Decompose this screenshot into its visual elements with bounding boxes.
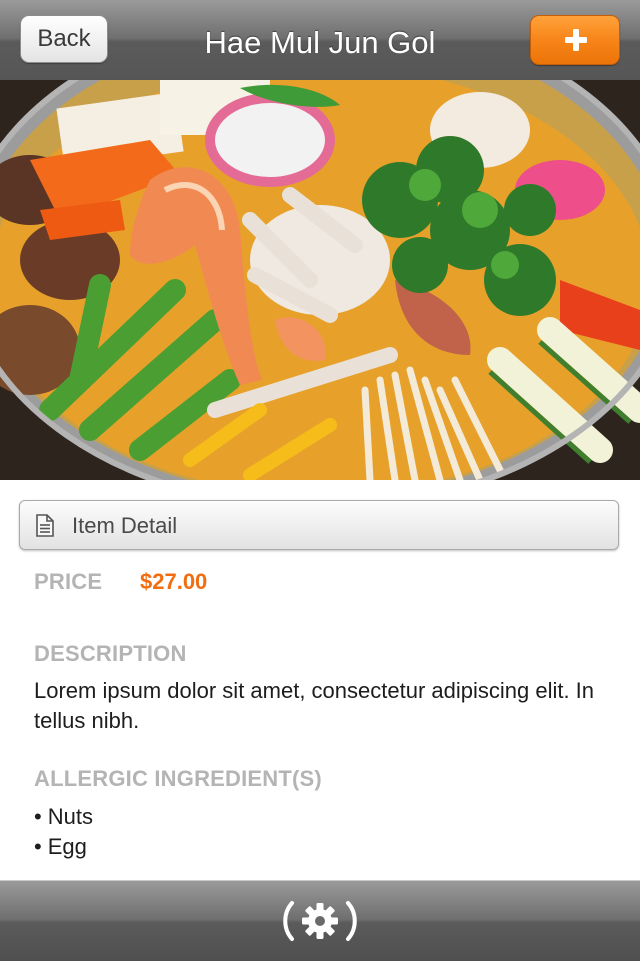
item-detail-title: Item Detail: [72, 513, 178, 538]
description-text: Lorem ipsum dolor sit amet, consectetur …: [34, 678, 595, 733]
allergen-name: Egg: [47, 834, 87, 859]
document-icon: [36, 514, 54, 537]
page-title: Hae Mul Jun Gol: [204, 25, 436, 60]
bottom-toolbar: [0, 880, 640, 961]
list-item: • Egg: [34, 832, 93, 862]
bullet: •: [34, 834, 42, 859]
settings-button[interactable]: [280, 899, 360, 943]
back-button[interactable]: Back: [20, 15, 108, 63]
food-photo: [0, 80, 640, 480]
plus-icon: [565, 29, 587, 51]
description-label: DESCRIPTION: [34, 641, 187, 666]
price-value: $27.00: [140, 569, 208, 594]
add-button[interactable]: [530, 15, 620, 65]
allergen-list: • Nuts • Egg: [34, 802, 93, 862]
allergy-label: ALLERGIC INGREDIENT(S): [34, 766, 322, 791]
list-item: • Nuts: [34, 802, 93, 832]
gear-icon: [283, 901, 357, 941]
item-detail-header: Item Detail: [19, 500, 619, 550]
allergen-name: Nuts: [47, 804, 93, 829]
price-label: PRICE: [34, 569, 103, 594]
navigation-bar: Back Hae Mul Jun Gol: [0, 0, 640, 81]
bullet: •: [34, 804, 42, 829]
